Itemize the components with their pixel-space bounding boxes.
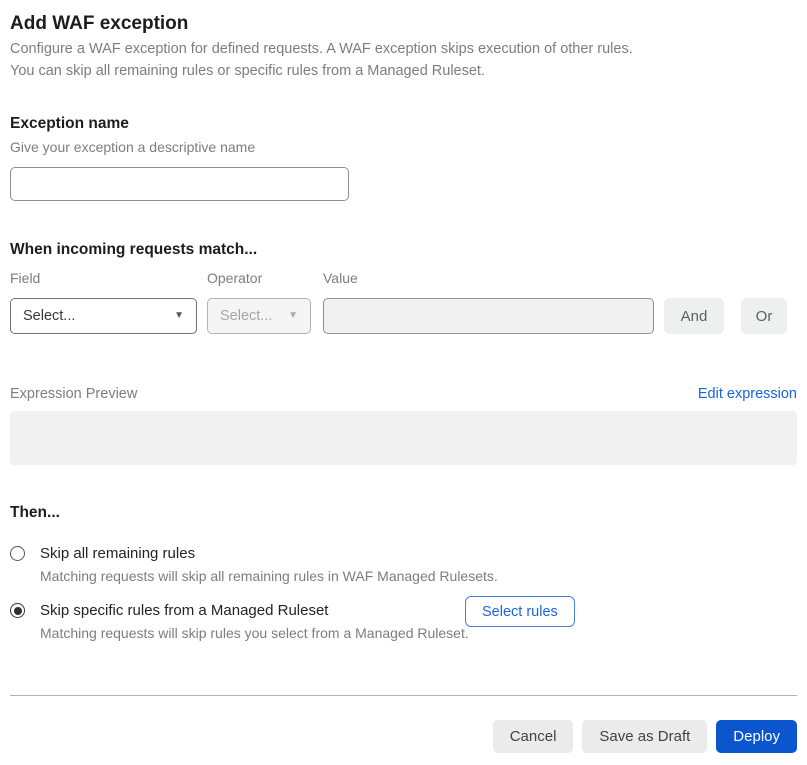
value-input[interactable] xyxy=(323,298,654,334)
skip-specific-label: Skip specific rules from a Managed Rules… xyxy=(40,602,329,619)
field-select[interactable]: Select... ▼ xyxy=(10,298,197,334)
exception-name-input[interactable] xyxy=(10,167,349,201)
add-waf-exception-form: Add WAF exception Configure a WAF except… xyxy=(0,0,807,753)
skip-specific-radio-row[interactable]: Skip specific rules from a Managed Rules… xyxy=(10,601,797,620)
match-column-labels: Field Operator Value xyxy=(10,269,797,287)
page-description: Configure a WAF exception for defined re… xyxy=(10,38,797,82)
page-description-line-1: Configure a WAF exception for defined re… xyxy=(10,41,633,57)
exception-name-help: Give your exception a descriptive name xyxy=(10,139,256,155)
footer-divider xyxy=(10,695,797,696)
skip-all-radio-row[interactable]: Skip all remaining rules xyxy=(10,544,797,563)
skip-all-description: Matching requests will skip all remainin… xyxy=(40,568,498,584)
expression-preview-box xyxy=(10,411,797,465)
radio-button-icon[interactable] xyxy=(10,603,25,618)
match-section: When incoming requests match... Field Op… xyxy=(10,240,797,334)
expression-preview-label: Expression Preview xyxy=(10,386,138,402)
option-skip-specific-rules: Skip specific rules from a Managed Rules… xyxy=(10,596,797,642)
option-skip-all-remaining-rules: Skip all remaining rules Matching reques… xyxy=(10,544,797,585)
radio-button-icon[interactable] xyxy=(10,546,25,561)
exception-name-heading: Exception name xyxy=(10,115,129,132)
operator-select-value: Select... xyxy=(220,308,273,324)
or-button[interactable]: Or xyxy=(741,298,787,334)
page-description-line-2: You can skip all remaining rules or spec… xyxy=(10,63,485,79)
field-select-value: Select... xyxy=(23,308,76,324)
match-controls-row: Select... ▼ Select... ▼ And Or xyxy=(10,298,797,334)
field-label: Field xyxy=(10,270,41,286)
skip-all-label: Skip all remaining rules xyxy=(40,545,196,562)
select-rules-button[interactable]: Select rules xyxy=(465,596,575,627)
then-heading: Then... xyxy=(10,504,60,521)
value-label: Value xyxy=(323,270,358,286)
skip-specific-description: Matching requests will skip rules you se… xyxy=(40,625,469,641)
operator-select[interactable]: Select... ▼ xyxy=(207,298,311,334)
deploy-button[interactable]: Deploy xyxy=(716,720,797,753)
edit-expression-link[interactable]: Edit expression xyxy=(698,385,797,404)
match-heading: When incoming requests match... xyxy=(10,241,258,258)
chevron-down-icon: ▼ xyxy=(288,310,298,321)
then-section: Then... Skip all remaining rules Matchin… xyxy=(10,503,797,642)
exception-name-section: Exception name Give your exception a des… xyxy=(10,114,797,201)
footer-actions: Cancel Save as Draft Deploy xyxy=(10,720,797,753)
chevron-down-icon: ▼ xyxy=(174,310,184,321)
operator-label: Operator xyxy=(207,270,263,286)
expression-preview-row: Expression Preview Edit expression xyxy=(10,385,797,404)
save-as-draft-button[interactable]: Save as Draft xyxy=(582,720,708,753)
and-button[interactable]: And xyxy=(664,298,724,334)
page-title: Add WAF exception xyxy=(10,13,189,34)
cancel-button[interactable]: Cancel xyxy=(492,720,574,753)
